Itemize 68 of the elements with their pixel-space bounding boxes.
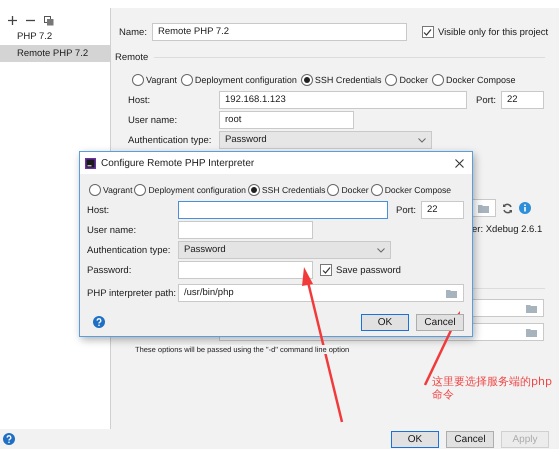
checkbox[interactable]	[320, 264, 332, 276]
interpreter-path-field[interactable]: /usr/bin/php	[178, 284, 464, 302]
radio-button[interactable]	[132, 74, 144, 86]
radio-button[interactable]	[370, 184, 383, 196]
interpreter-path-label: PHP interpreter path:	[87, 288, 178, 298]
password-label: Password:	[87, 264, 132, 276]
user-name-label: User name:	[87, 224, 138, 236]
radio-button[interactable]	[300, 74, 313, 86]
chevron-down-icon	[418, 138, 426, 142]
section-title: Remote	[115, 52, 148, 62]
checkbox-label: Save password	[336, 264, 401, 276]
copy-icon[interactable]	[44, 16, 54, 26]
chevron-down-icon	[377, 248, 385, 252]
radio-label: Vagrant	[146, 75, 177, 85]
port-field[interactable]: 22	[501, 91, 544, 109]
radio-label: Deployment configuration	[194, 75, 297, 85]
radio-button[interactable]	[248, 184, 260, 196]
auth-type-dropdown[interactable]: Password	[219, 131, 432, 149]
radio-label: SSH Credentials	[314, 75, 382, 85]
checkbox[interactable]	[422, 26, 434, 38]
dialog-button[interactable]: Cancel	[446, 430, 494, 448]
auth-type-dropdown[interactable]: Password	[178, 241, 391, 259]
radio-button[interactable]	[327, 184, 340, 196]
name-field[interactable]: Remote PHP 7.2	[152, 23, 407, 41]
radio-button[interactable]	[385, 74, 398, 86]
dialog-button[interactable]: Cancel	[416, 314, 464, 330]
help-icon[interactable]	[3, 433, 15, 445]
dialog-title: Configure Remote PHP Interpreter	[101, 158, 254, 168]
radio-label: SSH Credentials	[262, 185, 326, 195]
host-field[interactable]	[178, 201, 388, 219]
add-icon[interactable]	[8, 16, 17, 25]
radio-label: Docker	[399, 75, 428, 85]
radio-button[interactable]	[134, 184, 146, 196]
radio-label: Deployment configuration	[148, 185, 246, 195]
port-label: Port:	[476, 94, 498, 106]
radio-button[interactable]	[432, 74, 444, 86]
radio-label: Docker Compose	[384, 185, 452, 195]
refresh-icon[interactable]	[502, 202, 513, 214]
host-field[interactable]: 192.168.1.123	[219, 91, 467, 109]
user-name-label: User name:	[128, 114, 178, 126]
password-field[interactable]	[178, 261, 313, 279]
path-field[interactable]	[472, 199, 496, 217]
annotation-text: 这里要选择服务端的php命令	[432, 375, 553, 401]
app-icon	[85, 158, 96, 168]
user-name-field[interactable]: root	[219, 111, 354, 129]
port-field[interactable]: 22	[421, 201, 464, 219]
info-icon[interactable]	[519, 202, 531, 214]
host-label: Host:	[87, 204, 110, 216]
checkbox-label: Visible only for this project	[438, 26, 548, 38]
host-label: Host:	[128, 94, 152, 106]
dialog-button[interactable]: OK	[361, 314, 409, 330]
auth-type-label: Authentication type:	[128, 134, 212, 146]
radio-label: Vagrant	[103, 185, 132, 195]
radio-label: Docker	[341, 185, 369, 195]
help-icon[interactable]	[93, 316, 105, 328]
name-label: Name:	[119, 26, 147, 38]
port-label: Port:	[396, 204, 418, 216]
radio-button[interactable]	[180, 74, 193, 86]
radio-label: Docker Compose	[446, 75, 516, 85]
user-name-field[interactable]	[178, 221, 313, 239]
close-icon[interactable]	[455, 158, 464, 168]
sidebar-item[interactable]: PHP 7.2	[0, 28, 110, 45]
radio-button[interactable]	[89, 184, 101, 196]
auth-type-label: Authentication type:	[87, 244, 172, 256]
remove-icon[interactable]	[26, 19, 35, 22]
path-field[interactable]	[472, 299, 544, 317]
sidebar-item[interactable]: Remote PHP 7.2	[0, 45, 110, 62]
dialog-button[interactable]: OK	[391, 430, 439, 448]
